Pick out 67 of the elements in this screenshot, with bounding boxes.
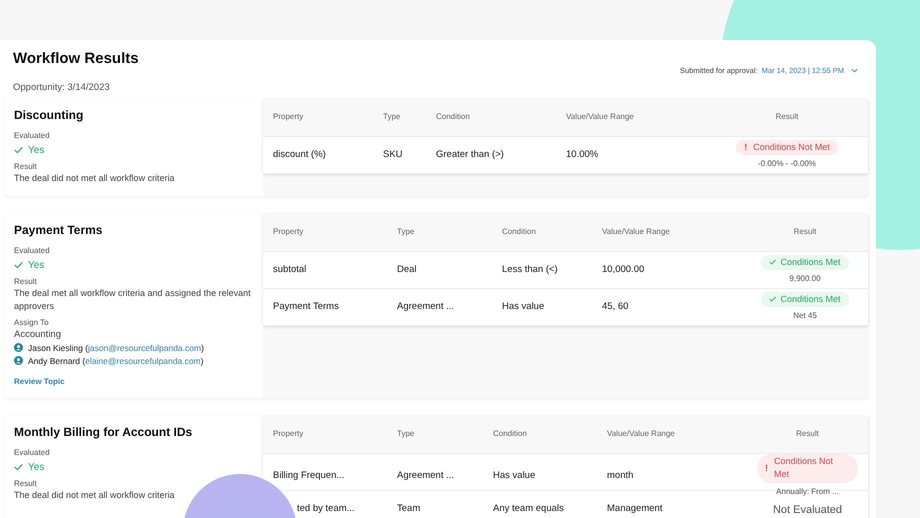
table-cell: Team — [397, 502, 420, 516]
table-cell: Less than (<) — [502, 262, 558, 277]
email-link[interactable]: jason@resourcefulpanda.com — [88, 342, 202, 353]
status-badge: Conditions Met — [761, 254, 849, 270]
result-text: Not Evaluated — [772, 504, 842, 516]
assignee: Jason Kiesling (jason@resourcefulpanda.com) — [28, 342, 204, 354]
table-cell: 45, 60 — [602, 300, 628, 314]
review-topic-link[interactable]: Review Topic — [14, 376, 254, 387]
table-cell: Greater than (>) — [436, 148, 504, 162]
opportunity-text: Opportunity: 3/14/2023 — [13, 80, 111, 94]
table-cell: Agreement ... — [397, 468, 454, 483]
result-text: The deal did not met all workflow criteria — [14, 172, 176, 185]
evaluated-value: Yes — [28, 460, 44, 474]
column-header: Result — [796, 428, 819, 440]
column-header: Value/Value Range — [566, 111, 634, 124]
column-header: Result — [776, 111, 798, 124]
email-link[interactable]: elaine@resourcefulpanda.com — [85, 356, 201, 366]
column-header: Type — [397, 226, 414, 238]
result-detail: Net 45 — [793, 310, 817, 322]
section-title: Discounting — [14, 108, 84, 123]
column-header: Type — [383, 111, 400, 124]
evaluated-value: Yes — [28, 144, 44, 157]
table-cell: Any team equals — [493, 502, 564, 516]
result-detail: 9,900.00 — [789, 273, 821, 285]
table-cell-text: ted by team... — [296, 502, 355, 516]
table-cell: Billing Frequen... — [273, 468, 344, 483]
page-title: Workflow Results — [13, 49, 139, 69]
field-label: Evaluated — [14, 244, 51, 256]
table-cell: Has value — [502, 300, 544, 314]
field-label: Evaluated — [14, 446, 51, 458]
table-cell: Management — [607, 502, 662, 516]
section-title: Monthly Billing for Account IDs — [14, 424, 194, 440]
column-header: Value/Value Range — [607, 428, 675, 440]
evaluated-value: Yes — [28, 258, 44, 272]
column-header: Property — [273, 226, 304, 238]
column-header: Property — [273, 111, 304, 124]
field-label: Result — [14, 276, 38, 287]
table-cell: Payment Terms — [273, 300, 339, 314]
result-detail: Annually: From ... — [776, 486, 839, 498]
column-header: Type — [397, 428, 414, 440]
assign-group: Accounting — [14, 328, 254, 341]
table-cell: SKU — [383, 148, 403, 162]
table-cell: Agreement ... — [397, 300, 454, 314]
field-label: Evaluated — [14, 130, 51, 141]
field-label: Result — [14, 160, 38, 172]
field-label: Assign To — [14, 316, 50, 328]
table-cell: discount (%) — [273, 148, 326, 162]
table-cell: 10.00% — [566, 148, 598, 162]
status-badge: ! Conditions Not Met — [736, 140, 838, 155]
column-header: Condition — [502, 226, 536, 238]
result-text: The deal met all workflow criteria and assigned the relevant approvers — [14, 286, 252, 313]
column-header: Condition — [493, 428, 527, 440]
table-cell: month — [607, 468, 634, 483]
column-header: Condition — [436, 111, 470, 124]
table-cell: 10,000.00 — [602, 262, 644, 277]
column-header: Property — [273, 428, 304, 440]
table-cell: subtotal — [273, 262, 306, 277]
table-cell: Has value — [493, 468, 536, 483]
assignee: Andy Bernard (elaine@resourcefulpanda.com) — [28, 354, 204, 367]
section-title: Payment Terms — [14, 222, 104, 238]
table-cell: Deal — [397, 262, 417, 277]
result-text: The deal did not met all workflow criteria — [14, 488, 176, 502]
result-detail: -0.00% - -0.00% — [758, 158, 816, 170]
column-header: Result — [794, 226, 816, 238]
field-label: Result — [14, 478, 38, 489]
status-badge: Conditions Met — [761, 292, 849, 307]
column-header: Value/Value Range — [602, 226, 670, 238]
